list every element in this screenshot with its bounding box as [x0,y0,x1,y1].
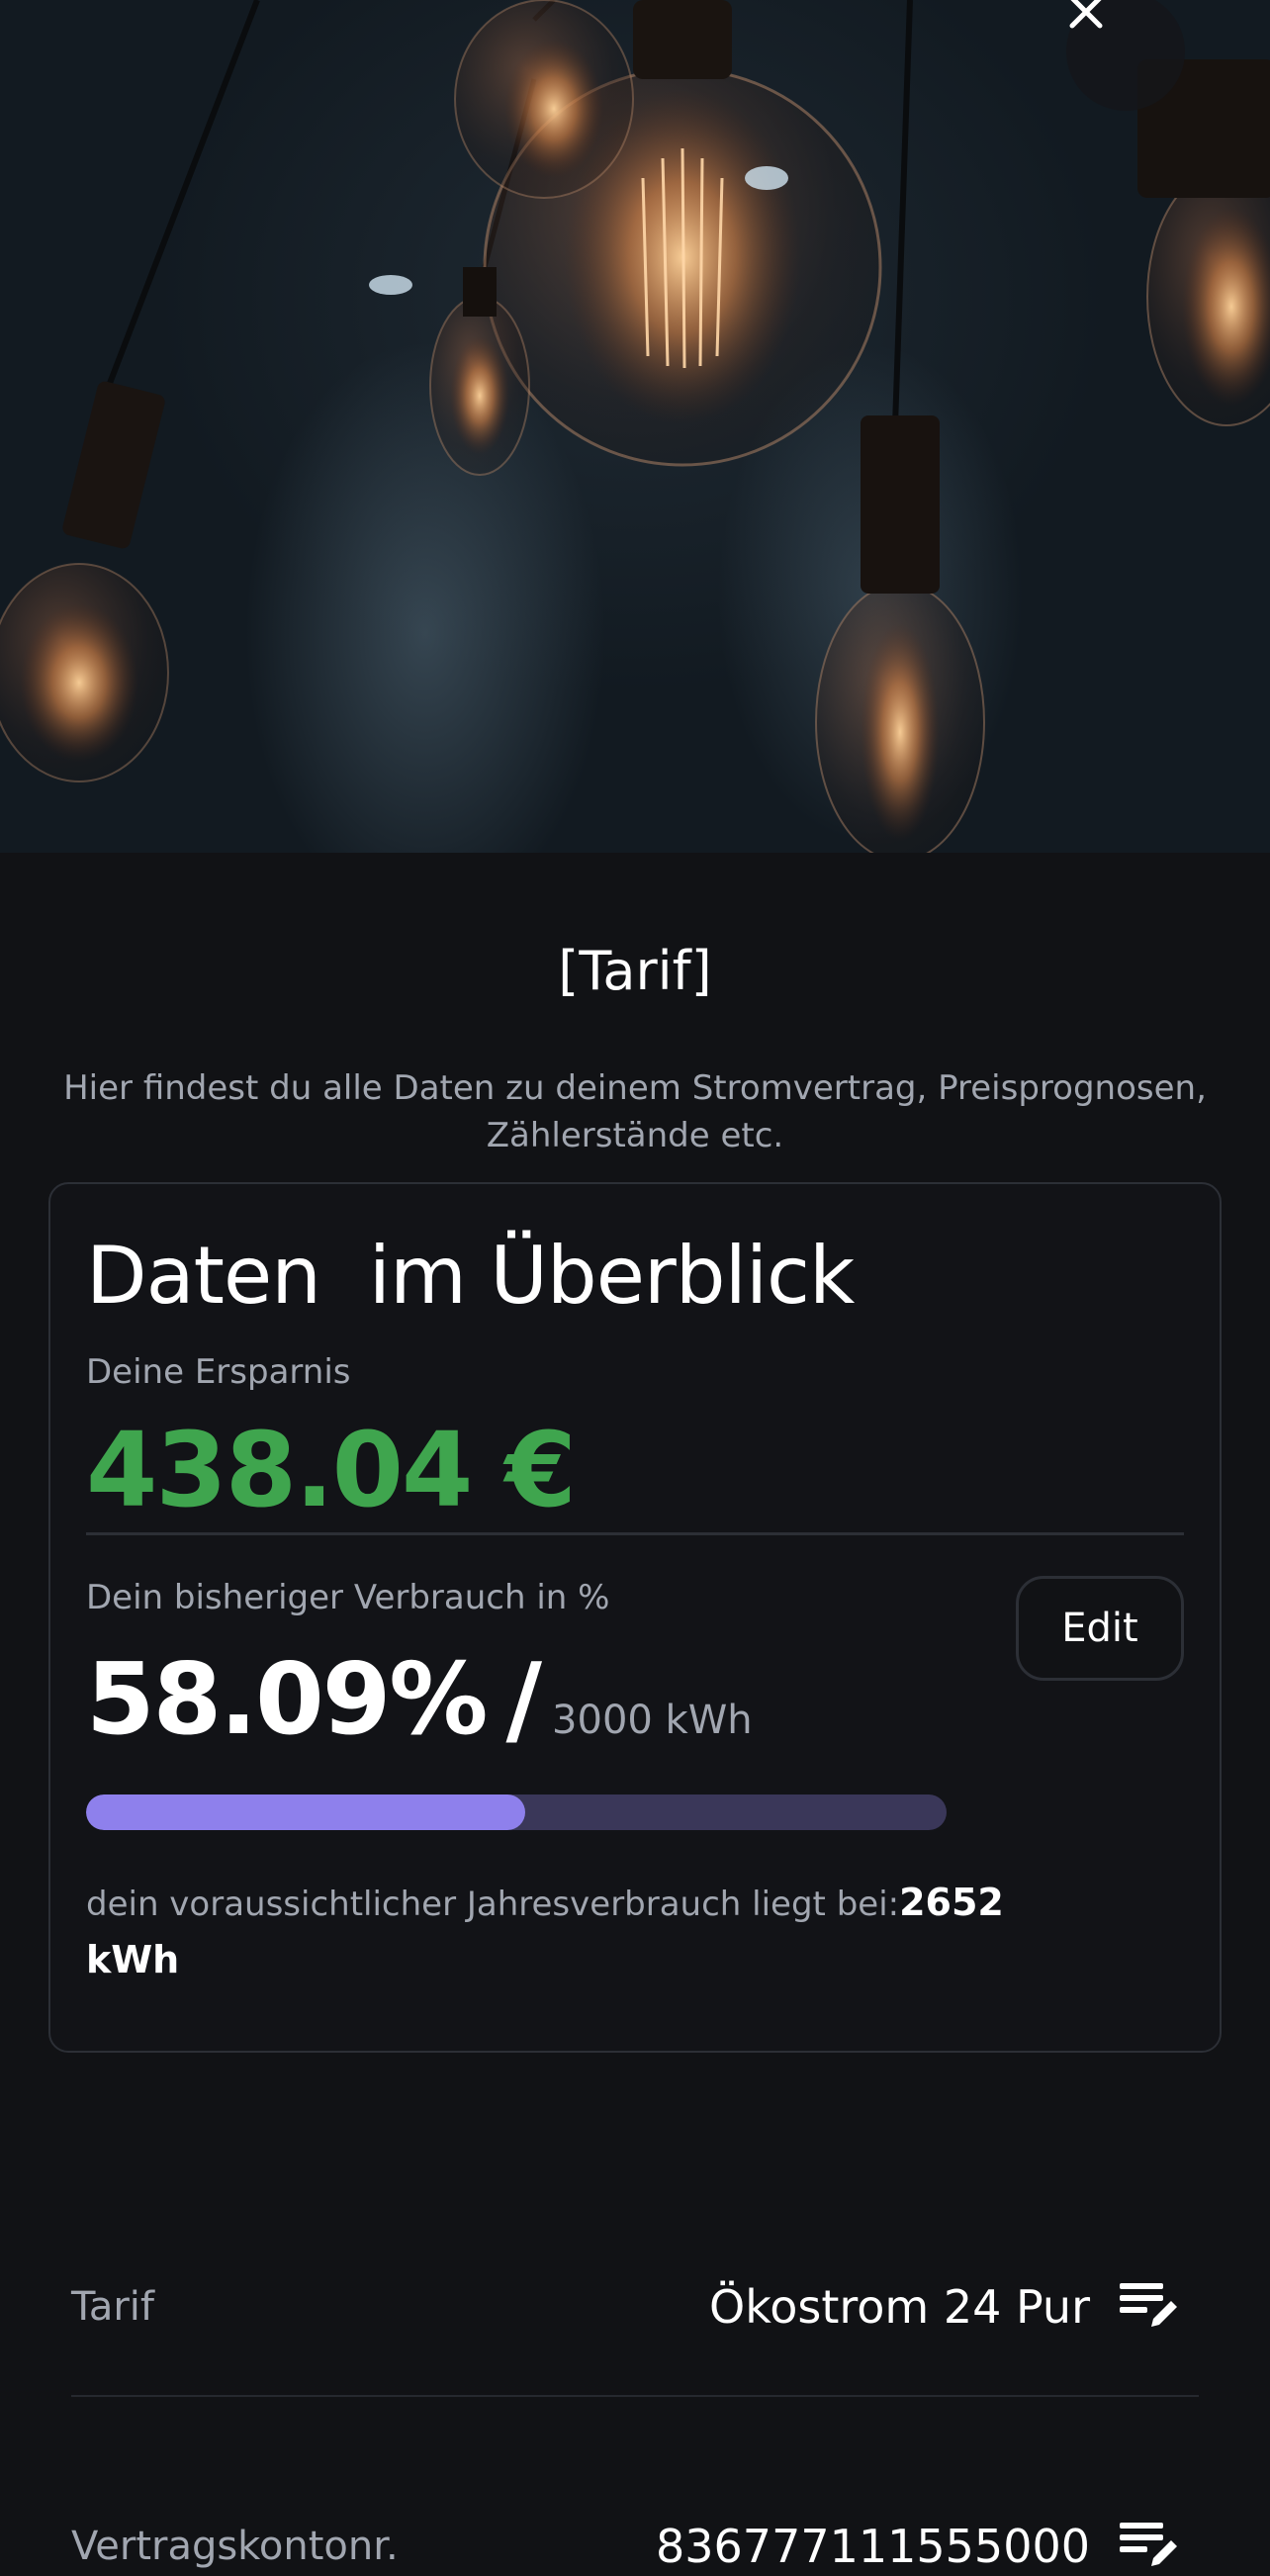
light-bulbs-illustration [0,0,1270,853]
overview-card: Daten im Überblick Deine Ersparnis 438.0… [48,1182,1222,2053]
overview-title: Daten im Überblick [86,1230,855,1322]
usage-progress-bar [86,1794,947,1830]
edit-list-icon[interactable] [1118,2279,1181,2335]
usage-progress-fill [86,1794,525,1830]
usage-slash: / [505,1641,543,1757]
savings-label: Deine Ersparnis [86,1352,351,1392]
detail-value: 836777111555000 [656,2520,1090,2573]
edit-list-icon[interactable] [1118,2519,1181,2574]
usage-total: 3000 kWh [552,1698,753,1743]
detail-row-vertragskontonr[interactable]: Vertragskontonr. 836777111555000 [71,2487,1199,2576]
close-icon [1069,0,1103,29]
usage-label: Dein bisheriger Verbrauch in % [86,1578,610,1617]
usage-value: 58.09% / 3000 kWh [86,1641,753,1757]
card-divider [86,1532,1184,1535]
forecast-label: dein voraussichtlicher Jahresverbrauch l… [86,1885,900,1924]
page-title: [Tarif] [558,940,712,1002]
page-subtitle: Hier findest du alle Daten zu deinem Str… [63,1068,1207,1155]
forecast-text: dein voraussichtlicher Jahresverbrauch l… [86,1875,1075,1989]
edit-usage-button[interactable]: Edit [1016,1576,1184,1681]
detail-value: Ökostrom 24 Pur [709,2280,1090,2334]
detail-label: Tarif [71,2284,154,2330]
hero-image-light-bulbs [0,0,1270,853]
savings-value: 438.04 € [86,1410,577,1530]
tariff-detail-screen: [Tarif] Hier findest du alle Daten zu de… [0,0,1270,2576]
usage-percent: 58.09% [86,1641,489,1757]
detail-row-tarif[interactable]: Tarif Ökostrom 24 Pur [71,2248,1199,2366]
row-divider [71,2395,1199,2397]
detail-label: Vertragskontonr. [71,2524,399,2569]
